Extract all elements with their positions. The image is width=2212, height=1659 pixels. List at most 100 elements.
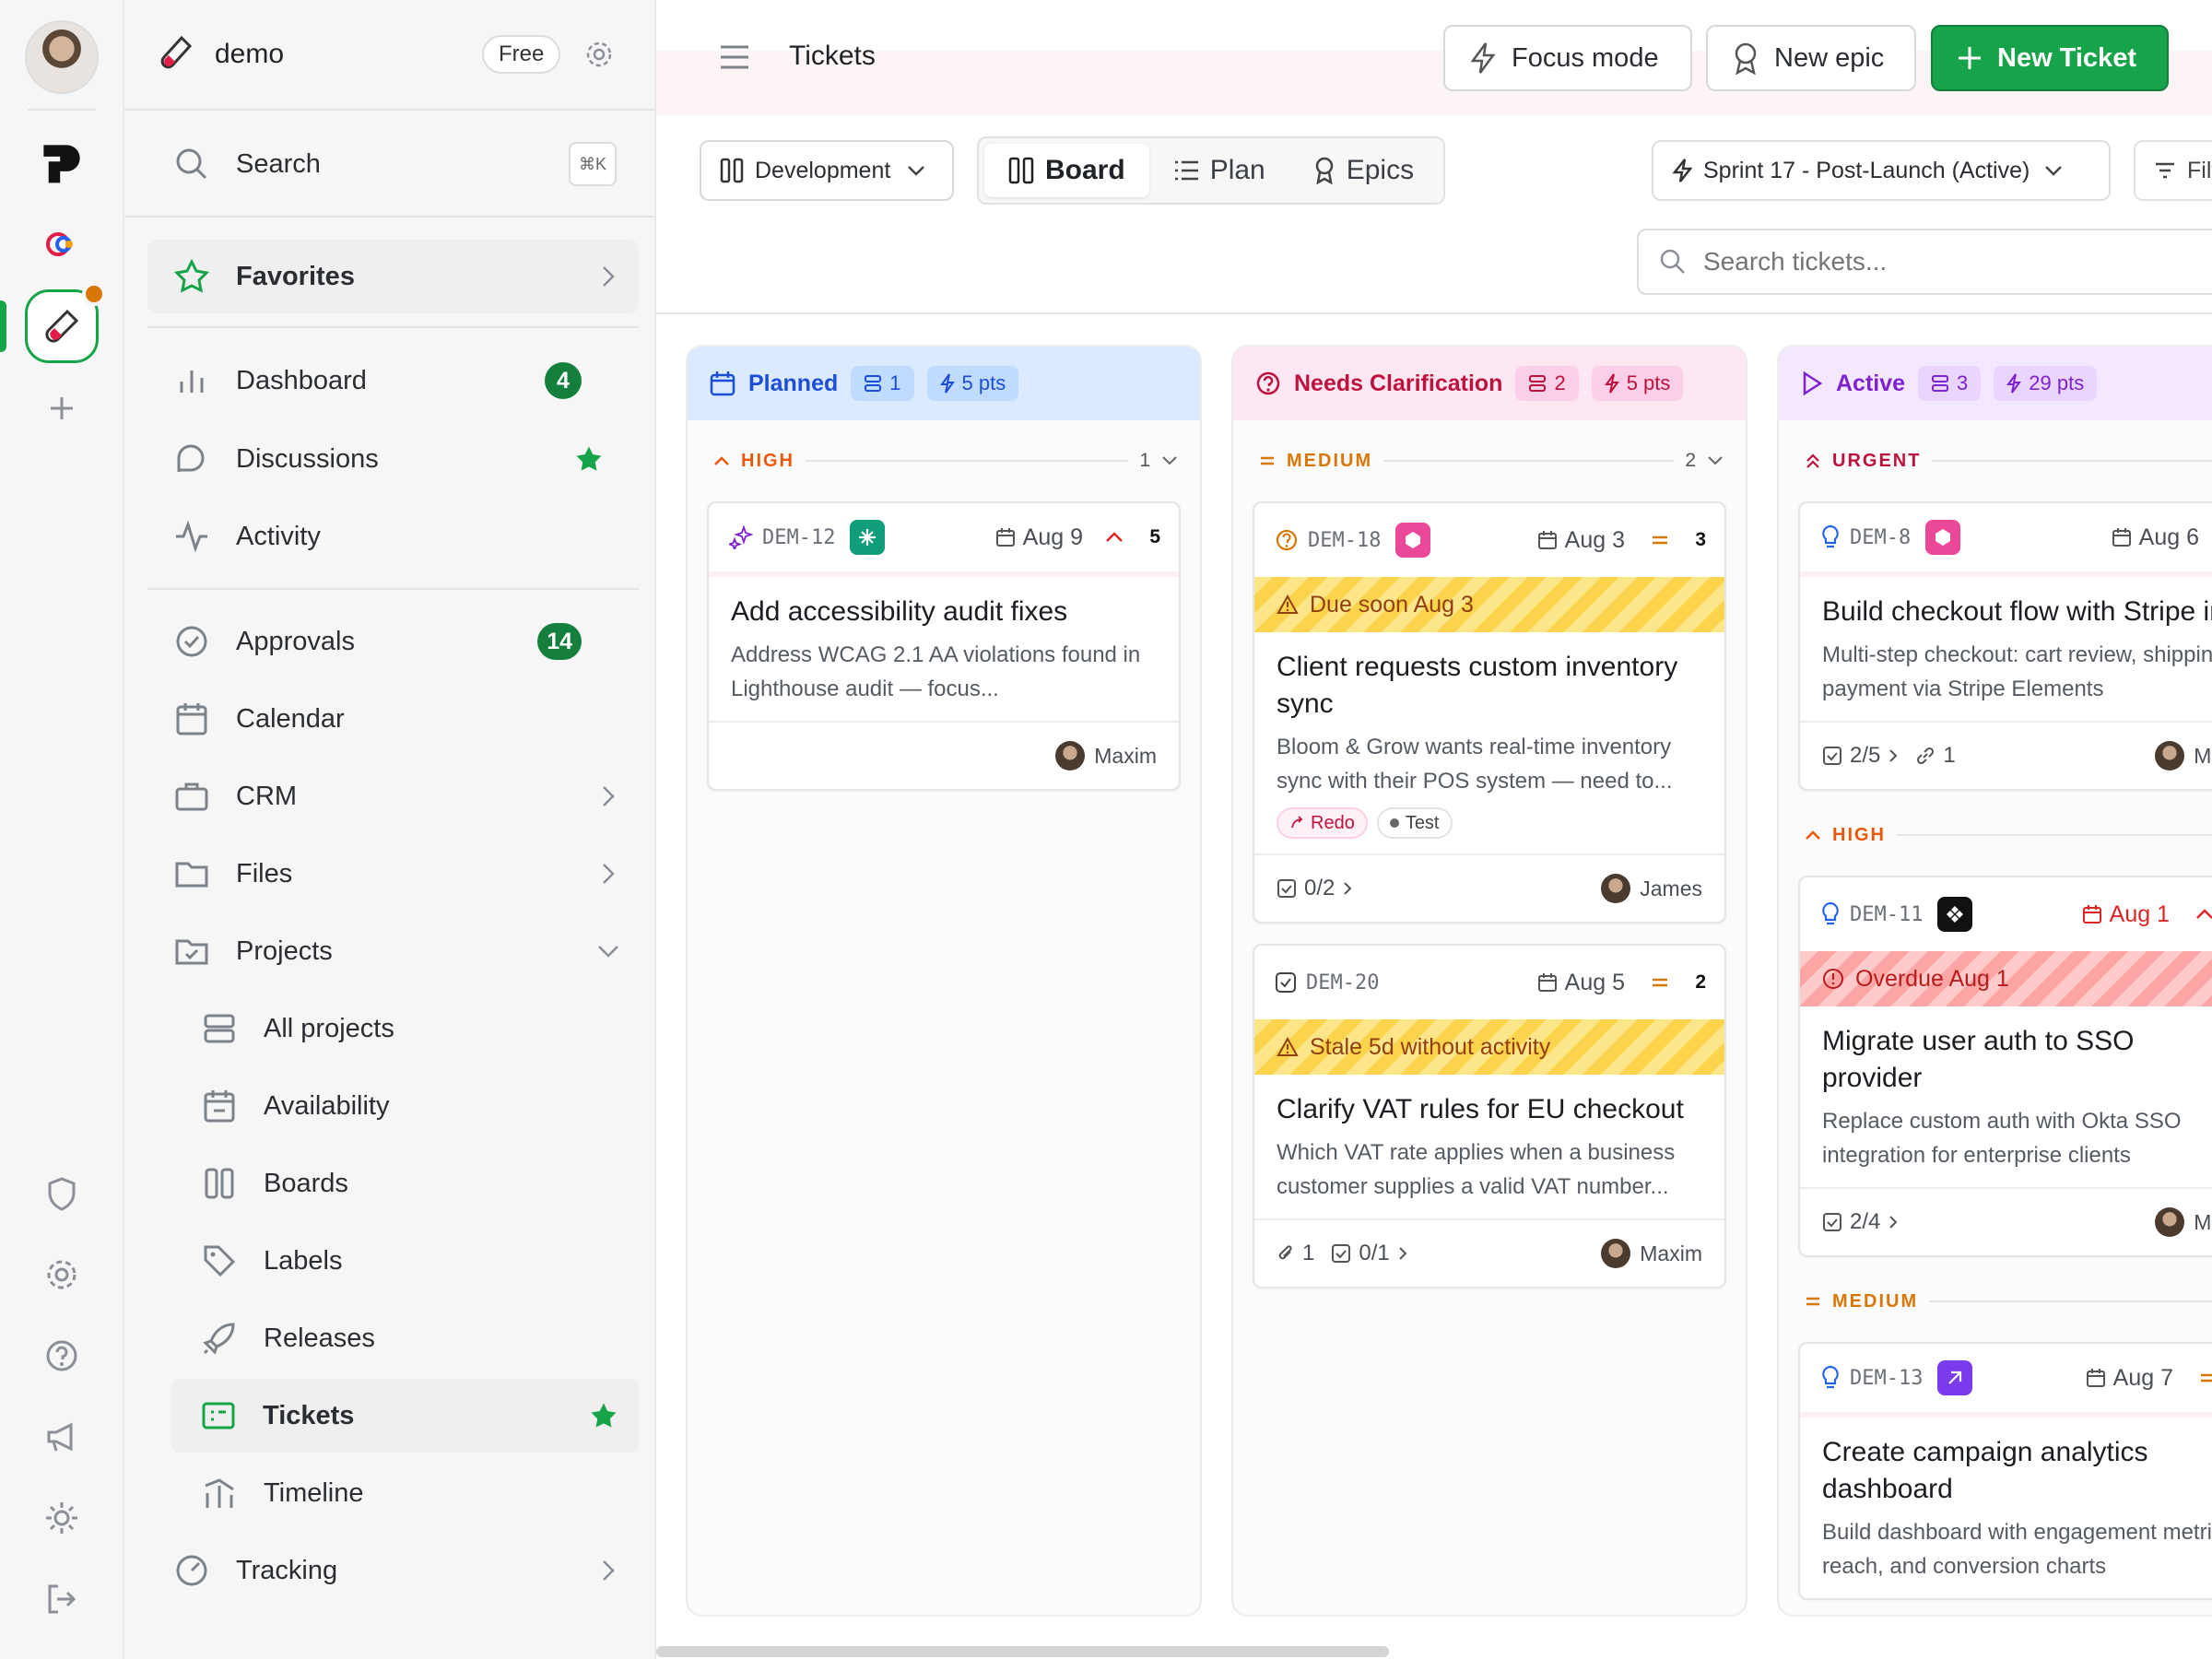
star-outline-icon — [173, 258, 210, 295]
sidebar-item-calendar[interactable]: Calendar — [147, 682, 639, 756]
sidebar-item-timeline[interactable]: Timeline — [147, 1456, 639, 1530]
priority-group-header[interactable]: URGENT — [1779, 420, 2212, 501]
sidebar-item-approvals[interactable]: Approvals 14 — [147, 605, 639, 678]
workspace-logo-icon[interactable] — [39, 140, 85, 186]
ticket-card[interactable]: DEM-13 Aug 7 Create campaign analytics d… — [1798, 1342, 2212, 1600]
card-footer: Maxim — [709, 721, 1179, 789]
shield-icon[interactable] — [39, 1171, 85, 1217]
sidebar-item-label: Releases — [264, 1323, 375, 1353]
chevron-right-icon — [1397, 1245, 1408, 1262]
priority-group-header[interactable]: MEDIUM 2 — [1233, 420, 1746, 501]
ribbon-icon — [1732, 41, 1759, 75]
checklist-progress[interactable]: 0/2 — [1277, 876, 1353, 901]
overdue-banner: Overdue Aug 1 — [1800, 951, 2212, 1006]
sidebar-item-projects[interactable]: Projects — [147, 914, 639, 988]
new-ticket-button[interactable]: New Ticket — [1931, 25, 2169, 91]
priority-group-header[interactable]: HIGH 1 — [688, 420, 1200, 501]
dot-icon — [1389, 818, 1399, 828]
sidebar-item-crm[interactable]: CRM — [147, 759, 639, 833]
priority-medium-icon — [1651, 977, 1669, 988]
tag-chip[interactable]: Redo — [1277, 807, 1368, 839]
column-header[interactable]: Active 3 29 pts — [1779, 347, 2212, 420]
megaphone-icon[interactable] — [39, 1414, 85, 1460]
assignee-name: Maxim — [2194, 1209, 2212, 1234]
sidebar-item-discussions[interactable]: Discussions — [147, 422, 639, 496]
approvals-count-badge: 14 — [537, 623, 582, 660]
ticket-id: DEM-18 — [1308, 528, 1382, 552]
favorite-star-icon[interactable] — [574, 444, 604, 474]
tag-chip[interactable]: Test — [1376, 807, 1453, 839]
calendar-icon — [710, 371, 735, 396]
sidebar-item-tickets[interactable]: Tickets — [171, 1379, 639, 1453]
hamburger-icon[interactable] — [719, 44, 750, 70]
checklist-progress[interactable]: 2/5 — [1822, 743, 1899, 769]
workspace-settings-icon[interactable] — [583, 39, 615, 70]
ticket-search-field[interactable] — [1637, 229, 2212, 295]
assignee[interactable]: Maxim — [2155, 741, 2212, 771]
sidebar-item-dashboard[interactable]: Dashboard 4 — [147, 344, 639, 418]
filters-label: Filters — [2187, 157, 2212, 183]
sidebar-item-labels[interactable]: Labels — [147, 1224, 639, 1298]
assignee[interactable]: James — [1601, 874, 1702, 903]
column-name: Planned — [748, 370, 839, 396]
ticket-search-input[interactable] — [1703, 247, 2212, 276]
sidebar-item-releases[interactable]: Releases — [147, 1301, 639, 1375]
sidebar-item-tracking[interactable]: Tracking — [147, 1534, 639, 1607]
sidebar-item-boards[interactable]: Boards — [147, 1147, 639, 1220]
ticket-id: DEM-8 — [1850, 525, 1912, 549]
column-header[interactable]: Needs Clarification 2 5 pts — [1233, 347, 1746, 420]
logout-icon[interactable] — [39, 1576, 85, 1622]
sidebar-item-favorites[interactable]: Favorites — [147, 240, 639, 313]
sprint-select[interactable]: Sprint 17 - Post-Launch (Active) — [1652, 140, 2111, 201]
focus-mode-button[interactable]: Focus mode — [1443, 25, 1692, 91]
ticket-card[interactable]: DEM-18 Aug 3 3 Due soon Aug 3 Client req… — [1253, 501, 1726, 924]
help-icon[interactable] — [39, 1333, 85, 1379]
sidebar-item-all-projects[interactable]: All projects — [147, 992, 639, 1065]
ticket-card[interactable]: DEM-12 Aug 9 5 Add accessibility audit f… — [707, 501, 1181, 791]
new-epic-button[interactable]: New epic — [1706, 25, 1916, 91]
group-count: 1 — [1139, 450, 1150, 471]
lightning-icon — [939, 373, 955, 394]
favorite-star-icon[interactable] — [589, 1401, 618, 1430]
assignee[interactable]: Maxim — [1601, 1239, 1702, 1268]
links-count[interactable]: 1 — [1915, 743, 1956, 769]
project-select[interactable]: Development — [700, 140, 954, 201]
ticket-card[interactable]: DEM-20 Aug 5 2 Stale 5d without activity… — [1253, 944, 1726, 1288]
priority-group-header[interactable]: MEDIUM — [1779, 1261, 2212, 1342]
sidebar-item-availability[interactable]: Availability — [147, 1069, 639, 1143]
column-header[interactable]: Planned 1 5 pts — [688, 347, 1200, 420]
sidebar-item-files[interactable]: Files — [147, 837, 639, 911]
sun-icon[interactable] — [39, 1495, 85, 1541]
column-points-chip: 5 pts — [926, 366, 1019, 401]
chevron-right-icon — [1342, 880, 1353, 897]
sidebar-item-label: CRM — [236, 781, 298, 811]
board-toolbar: Development Board Plan Epics Sprint 17 -… — [656, 116, 2212, 314]
view-board-tab[interactable]: Board — [984, 144, 1149, 197]
user-avatar[interactable] — [25, 20, 99, 94]
assignee[interactable]: Maxim — [1055, 741, 1157, 771]
search-button[interactable]: Search ⌘K — [147, 127, 639, 201]
attachments-count[interactable]: 1 — [1277, 1241, 1314, 1266]
ticket-card[interactable]: DEM-8 Aug 6 Build checkout flow with Str… — [1798, 501, 2212, 791]
checklist-progress[interactable]: 0/1 — [1331, 1241, 1407, 1266]
sidebar-divider — [124, 109, 654, 111]
workspace-header[interactable]: demo — [159, 35, 284, 74]
ticket-card[interactable]: DEM-11 Aug 1 Overdue Aug 1 Migrate user … — [1798, 876, 2212, 1257]
view-epics-tab[interactable]: Epics — [1289, 144, 1438, 197]
sidebar-item-label: Availability — [264, 1090, 390, 1121]
priority-group-header[interactable]: HIGH — [1779, 794, 2212, 876]
filters-button[interactable]: Filters — [2134, 140, 2212, 201]
due-date-text: Aug 3 — [1564, 526, 1625, 553]
ticket-id: DEM-13 — [1850, 1366, 1924, 1390]
assignee[interactable]: Maxim — [2155, 1207, 2212, 1237]
sidebar-item-activity[interactable]: Activity — [147, 500, 639, 573]
horizontal-scrollbar[interactable] — [656, 1646, 1389, 1657]
add-workspace-icon[interactable] — [39, 385, 85, 431]
view-plan-tab[interactable]: Plan — [1149, 144, 1289, 197]
checklist-progress[interactable]: 2/4 — [1822, 1209, 1899, 1235]
gear-icon[interactable] — [39, 1252, 85, 1298]
calendar-minus-icon — [201, 1088, 238, 1124]
workspace-circles-icon[interactable] — [39, 221, 85, 267]
chevron-up-icon — [1805, 829, 1821, 841]
plan-badge[interactable]: Free — [482, 35, 561, 74]
